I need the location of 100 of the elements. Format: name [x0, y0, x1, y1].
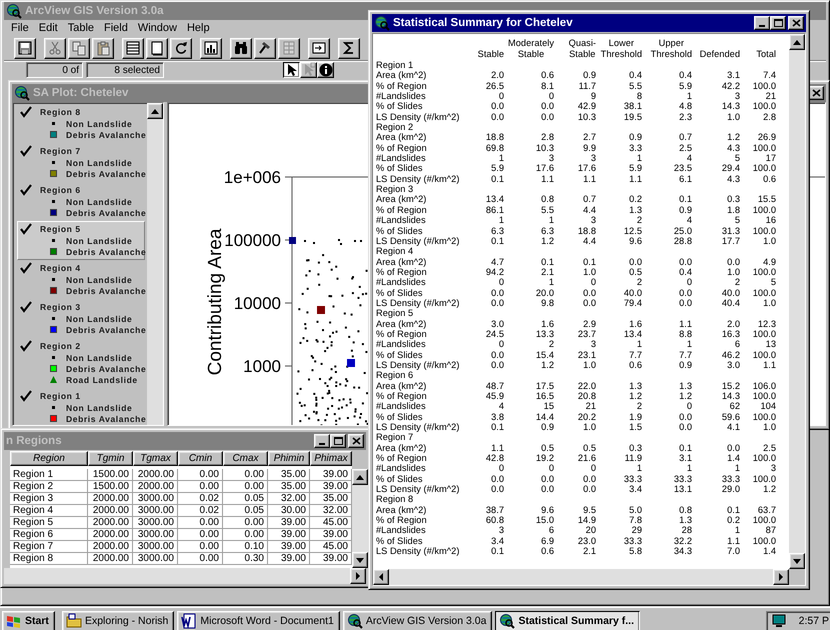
table-cell: Region 5 — [10, 517, 88, 529]
table-cell-text: 33.3 — [720, 474, 740, 484]
checkmark-icon[interactable] — [20, 222, 32, 234]
legend-entry[interactable]: Region 5 Non Landslide Debris Avalanche — [17, 221, 145, 260]
table-cell-text: 0.1 — [678, 442, 692, 454]
refresh-icon — [173, 40, 189, 56]
table-cell-text: 0.0 — [540, 101, 554, 112]
taskbar-button[interactable]: Microsoft Word - Document1 — [177, 610, 340, 630]
column-header[interactable]: Phimin — [268, 451, 310, 466]
row-label: Area (km^2) — [376, 256, 428, 267]
table-cell-text: 3 — [548, 153, 554, 164]
legend-entry[interactable]: Region 2 Non Landslide Debris Avalanche Road Landslide — [17, 338, 145, 388]
table-cell-text: 42.2 — [720, 80, 740, 92]
minimize-button[interactable] — [314, 434, 330, 448]
table-cell-text: 25.0 — [672, 226, 692, 236]
taskbar-button[interactable]: Exploring - Norish — [62, 610, 174, 630]
scroll-right-button[interactable] — [773, 569, 789, 585]
table-cell-text: 1.3 — [678, 380, 692, 391]
legend-label: Debris Avalanche — [66, 324, 146, 334]
checkmark-icon[interactable] — [20, 144, 32, 156]
menu-item[interactable]: File — [6, 22, 34, 34]
clock: 2:57 P — [798, 615, 829, 627]
table-cell-text: 5 — [734, 215, 740, 226]
table-cell-text: 6.1 — [678, 174, 692, 184]
menu-item[interactable]: Help — [182, 22, 215, 34]
maximize-button[interactable] — [330, 434, 346, 448]
scroll-down-button[interactable] — [352, 552, 368, 568]
legend-entry[interactable]: Region 4 Non Landslide Debris Avalanche — [17, 260, 145, 299]
axis-tick-label: 10000 — [234, 294, 281, 313]
table-cell-text: 9.6 — [540, 504, 554, 516]
table-cell-text: 1.3 — [628, 380, 642, 391]
table-cell-text: 15.0 — [534, 515, 554, 526]
legend-entry[interactable]: Region 3 Non Landslide Debris Avalanche — [17, 299, 145, 338]
maximize-button[interactable] — [770, 16, 786, 30]
axis-tick-label: 1000 — [243, 357, 281, 376]
scroll-up-button[interactable] — [789, 34, 805, 50]
tool-button[interactable] — [283, 62, 300, 78]
close-button[interactable] — [348, 434, 364, 448]
menu-item[interactable]: Edit — [34, 22, 63, 34]
scroll-left-button[interactable] — [373, 569, 389, 585]
legend-label: Debris Avalanche — [66, 168, 146, 178]
table-cell-text: 13.1 — [672, 484, 692, 494]
taskbar-button[interactable]: Statistical Summary f... — [495, 610, 640, 630]
checkmark-icon[interactable] — [20, 106, 32, 118]
table-cell-text: 0.0 — [540, 474, 554, 484]
table-cell-text: 1 — [686, 339, 692, 350]
legend-label: Non Landslide — [66, 236, 132, 246]
toolbar-button[interactable] — [254, 38, 276, 58]
checkmark-icon[interactable] — [20, 390, 32, 402]
toolbar-button[interactable] — [338, 38, 360, 58]
toolbar-button[interactable] — [230, 38, 252, 58]
table-cell: 2000.00 — [88, 493, 133, 505]
column-header[interactable]: Tgmin — [88, 451, 133, 466]
menu-item[interactable]: Field — [99, 22, 133, 34]
table-cell-text: 100.0 — [752, 412, 776, 422]
toolbar-button[interactable] — [170, 38, 192, 58]
column-header[interactable]: Cmin — [178, 451, 223, 466]
column-header[interactable]: Region — [10, 451, 88, 466]
legend-entry[interactable]: Region 1 Non Landslide Debris Avalanche — [17, 388, 145, 425]
section-heading: Region 1 — [376, 60, 414, 70]
menu-item[interactable]: Table — [62, 22, 99, 34]
toolbar-button[interactable] — [122, 38, 144, 58]
legend-entry[interactable]: Region 6 Non Landslide Debris Avalanche — [17, 182, 145, 221]
toolbar-button[interactable] — [14, 38, 36, 58]
menu-item[interactable]: Window — [132, 22, 182, 34]
table-cell-text: 5.9 — [628, 163, 642, 174]
scroll-up-button[interactable] — [352, 469, 368, 485]
legend-label: Region 7 — [40, 146, 81, 156]
row-label: Area (km^2) — [376, 380, 428, 391]
checkmark-icon[interactable] — [20, 340, 32, 352]
table-cell-text: 0.1 — [490, 236, 504, 246]
column-header[interactable]: Tgmax — [133, 451, 178, 466]
toolbar-button[interactable] — [146, 38, 168, 58]
legend-entry[interactable]: Region 7 Non Landslide Debris Avalanche — [17, 143, 145, 182]
table-cell-text: 2.9 — [582, 318, 596, 329]
table-cell-text: 0.0 — [490, 112, 504, 122]
table-cell-text: 1.6 — [540, 318, 554, 329]
column-header[interactable]: Cmax — [223, 451, 268, 466]
table-cell-text: 34.3 — [672, 546, 692, 556]
table-cell-text: 8 — [636, 91, 642, 102]
table-cell-text: 0.1 — [582, 256, 596, 267]
table-cell-text: 8.1 — [540, 80, 554, 92]
toolbar-button[interactable] — [200, 38, 222, 58]
checkmark-icon[interactable] — [20, 184, 32, 196]
scroll-down-button[interactable] — [789, 553, 805, 569]
taskbar-button[interactable]: ArcView GIS Version 3.0a — [342, 610, 492, 630]
start-button[interactable]: Start — [2, 610, 55, 630]
checkmark-icon[interactable] — [20, 300, 32, 312]
column-header[interactable]: Phimax — [310, 451, 352, 466]
checkmark-icon[interactable] — [20, 262, 32, 274]
close-button[interactable] — [788, 16, 804, 30]
toolbar-button[interactable] — [308, 38, 330, 58]
right-arrow-icon — [778, 573, 784, 581]
section-heading: Region 5 — [376, 308, 414, 319]
legend-entry[interactable]: Region 8 Non Landslide Debris Avalanche — [17, 104, 145, 143]
scroll-right-button[interactable] — [350, 568, 366, 584]
legend-label: Region 1 — [40, 390, 81, 400]
table-cell-text: 1 — [734, 525, 740, 536]
scroll-up-button[interactable] — [147, 103, 163, 119]
minimize-button[interactable] — [754, 16, 770, 30]
